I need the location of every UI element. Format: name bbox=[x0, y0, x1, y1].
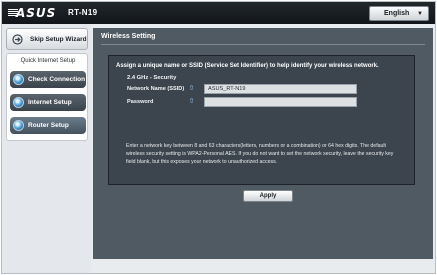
globe-icon bbox=[13, 120, 24, 131]
model-name: RT-N19 bbox=[68, 8, 98, 17]
quick-internet-setup-title: Quick Internet Setup bbox=[20, 58, 76, 64]
sidebar: Skip Setup Wizard Quick Internet Setup C… bbox=[2, 24, 91, 273]
apply-button[interactable]: Apply bbox=[243, 190, 293, 202]
skip-setup-wizard-button[interactable]: Skip Setup Wizard bbox=[6, 28, 88, 50]
top-bar: ASUS RT-N19 English ▼ bbox=[2, 2, 435, 24]
chevron-down-icon: ▼ bbox=[417, 11, 423, 17]
security-note: Enter a network key between 8 and 63 cha… bbox=[126, 143, 394, 165]
step-label: Router Setup bbox=[28, 122, 69, 129]
step-label: Internet Setup bbox=[28, 99, 72, 106]
info-icon[interactable]: ⇧ bbox=[188, 98, 195, 106]
password-field[interactable] bbox=[204, 97, 357, 107]
quick-internet-setup-panel: Quick Internet Setup Check Connection In… bbox=[6, 53, 88, 141]
globe-icon bbox=[13, 97, 24, 108]
step-internet-setup[interactable]: Internet Setup bbox=[10, 94, 86, 111]
band-label: 2.4 GHz - Security bbox=[127, 75, 177, 81]
instruction-text: Assign a unique name or SSID (Service Se… bbox=[116, 63, 379, 69]
step-check-connection[interactable]: Check Connection bbox=[10, 71, 86, 88]
step-router-setup[interactable]: Router Setup bbox=[10, 117, 86, 134]
wireless-settings-form: Assign a unique name or SSID (Service Se… bbox=[108, 55, 415, 202]
language-select[interactable]: English ▼ bbox=[369, 6, 429, 21]
ssid-field[interactable] bbox=[204, 84, 357, 94]
language-selected: English bbox=[384, 10, 410, 17]
ssid-label: Network Name (SSID) bbox=[127, 86, 185, 92]
page-title: Wireless Setting bbox=[101, 33, 156, 40]
title-divider bbox=[101, 44, 425, 45]
globe-icon bbox=[13, 74, 24, 85]
skip-setup-wizard-label: Skip Setup Wizard bbox=[30, 36, 87, 43]
main-panel: Wireless Setting Assign a unique name or… bbox=[93, 28, 433, 259]
wizard-icon bbox=[12, 34, 23, 45]
step-label: Check Connection bbox=[28, 76, 86, 83]
password-label: Password bbox=[127, 99, 154, 105]
asus-logo: ASUS bbox=[16, 6, 57, 20]
info-icon[interactable]: ⇧ bbox=[188, 85, 195, 93]
